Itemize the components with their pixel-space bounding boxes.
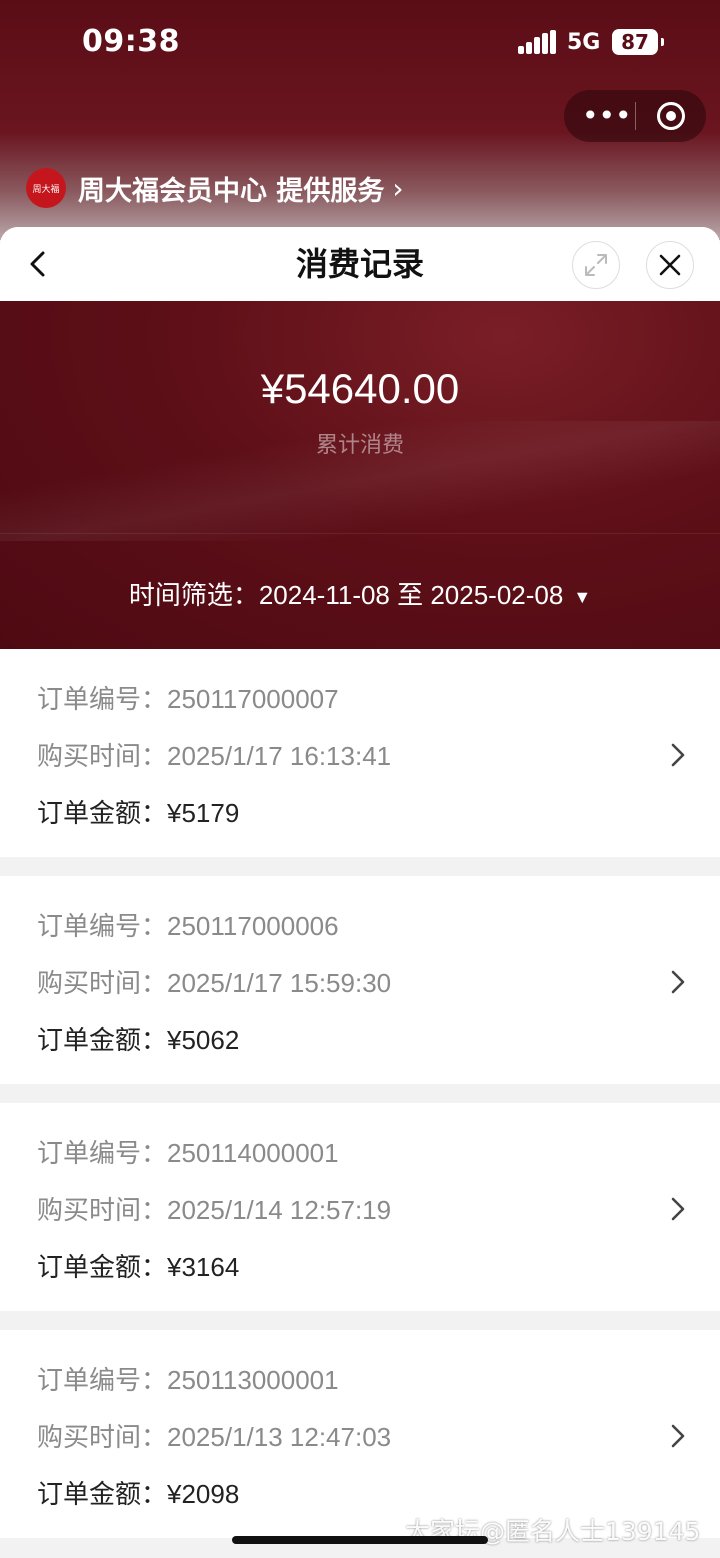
order-amount: ¥5179 bbox=[167, 798, 240, 828]
order-card[interactable]: 订单编号：250117000006 购买时间：2025/1/17 15:59:3… bbox=[0, 876, 720, 1084]
order-number: 250113000001 bbox=[167, 1365, 339, 1395]
purchase-time: 2025/1/17 15:59:30 bbox=[167, 968, 392, 998]
order-number-row: 订单编号：250114000001 bbox=[37, 1138, 339, 1168]
date-filter[interactable]: 时间筛选：2024-11-08 至 2025-02-08 ▼ bbox=[0, 575, 720, 612]
caret-down-icon: ▼ bbox=[573, 586, 592, 607]
order-amount-row: 订单金额：¥2098 bbox=[37, 1479, 240, 1509]
chevron-right-icon[interactable] bbox=[668, 1195, 688, 1223]
brand-logo: 周大福 bbox=[26, 168, 66, 208]
capsule-divider bbox=[635, 102, 636, 130]
miniprogram-capsule: ••• bbox=[564, 90, 706, 142]
close-miniprogram-icon[interactable] bbox=[657, 102, 685, 130]
purchase-time-row: 购买时间：2025/1/17 15:59:30 bbox=[37, 968, 392, 998]
order-card[interactable]: 订单编号：250113000001 购买时间：2025/1/13 12:47:0… bbox=[0, 1330, 720, 1538]
summary-panel: ¥54640.00 累计消费 时间筛选：2024-11-08 至 2025-02… bbox=[0, 301, 720, 649]
total-amount: ¥54640.00 bbox=[260, 365, 460, 412]
provider-link[interactable]: 周大福 周大福会员中心 提供服务 › bbox=[26, 168, 404, 208]
status-time: 09:38 bbox=[82, 24, 180, 59]
order-amount: ¥3164 bbox=[167, 1252, 240, 1282]
filter-label: 时间筛选： bbox=[128, 580, 259, 610]
battery-icon: 87 bbox=[612, 29, 664, 55]
provider-text: 周大福会员中心 提供服务 bbox=[78, 175, 385, 207]
order-number: 250114000001 bbox=[167, 1138, 339, 1168]
chevron-right-icon[interactable] bbox=[668, 968, 688, 996]
purchase-time: 2025/1/13 12:47:03 bbox=[167, 1422, 392, 1452]
network-type: 5G bbox=[567, 30, 601, 55]
order-card[interactable]: 订单编号：250117000007 购买时间：2025/1/17 16:13:4… bbox=[0, 649, 720, 857]
chevron-right-icon[interactable] bbox=[668, 1422, 688, 1450]
order-number: 250117000007 bbox=[167, 684, 339, 714]
purchase-time: 2025/1/14 12:57:19 bbox=[167, 1195, 392, 1225]
order-amount-row: 订单金额：¥5062 bbox=[37, 1025, 240, 1055]
consumption-sheet: 消费记录 ¥54640.00 累计消费 时间筛选：2024-11-08 至 20… bbox=[0, 227, 720, 1558]
purchase-time-row: 购买时间：2025/1/17 16:13:41 bbox=[37, 741, 392, 771]
order-number-row: 订单编号：250117000006 bbox=[37, 911, 339, 941]
order-list: 订单编号：250117000007 购买时间：2025/1/17 16:13:4… bbox=[0, 649, 720, 1557]
close-icon[interactable] bbox=[646, 241, 694, 289]
order-card[interactable]: 订单编号：250114000001 购买时间：2025/1/14 12:57:1… bbox=[0, 1103, 720, 1311]
home-indicator[interactable] bbox=[232, 1536, 488, 1544]
order-amount-row: 订单金额：¥5179 bbox=[37, 798, 240, 828]
order-amount: ¥5062 bbox=[167, 1025, 240, 1055]
order-amount-row: 订单金额：¥3164 bbox=[37, 1252, 240, 1282]
chevron-right-icon[interactable] bbox=[668, 741, 688, 769]
total-label: 累计消费 bbox=[315, 433, 404, 458]
expand-icon[interactable] bbox=[572, 241, 620, 289]
order-amount: ¥2098 bbox=[167, 1479, 240, 1509]
signal-icon bbox=[518, 30, 556, 54]
navbar: 消费记录 bbox=[0, 227, 720, 301]
order-number-row: 订单编号：250117000007 bbox=[37, 684, 339, 714]
order-number: 250117000006 bbox=[167, 911, 339, 941]
more-icon[interactable]: ••• bbox=[582, 102, 632, 130]
order-number-row: 订单编号：250113000001 bbox=[37, 1365, 339, 1395]
purchase-time-row: 购买时间：2025/1/13 12:47:03 bbox=[37, 1422, 392, 1452]
summary-divider bbox=[0, 533, 720, 534]
purchase-time-row: 购买时间：2025/1/14 12:57:19 bbox=[37, 1195, 392, 1225]
filter-range: 2024-11-08 至 2025-02-08 bbox=[258, 580, 564, 610]
purchase-time: 2025/1/17 16:13:41 bbox=[167, 741, 392, 771]
chevron-right-icon: › bbox=[392, 171, 404, 205]
